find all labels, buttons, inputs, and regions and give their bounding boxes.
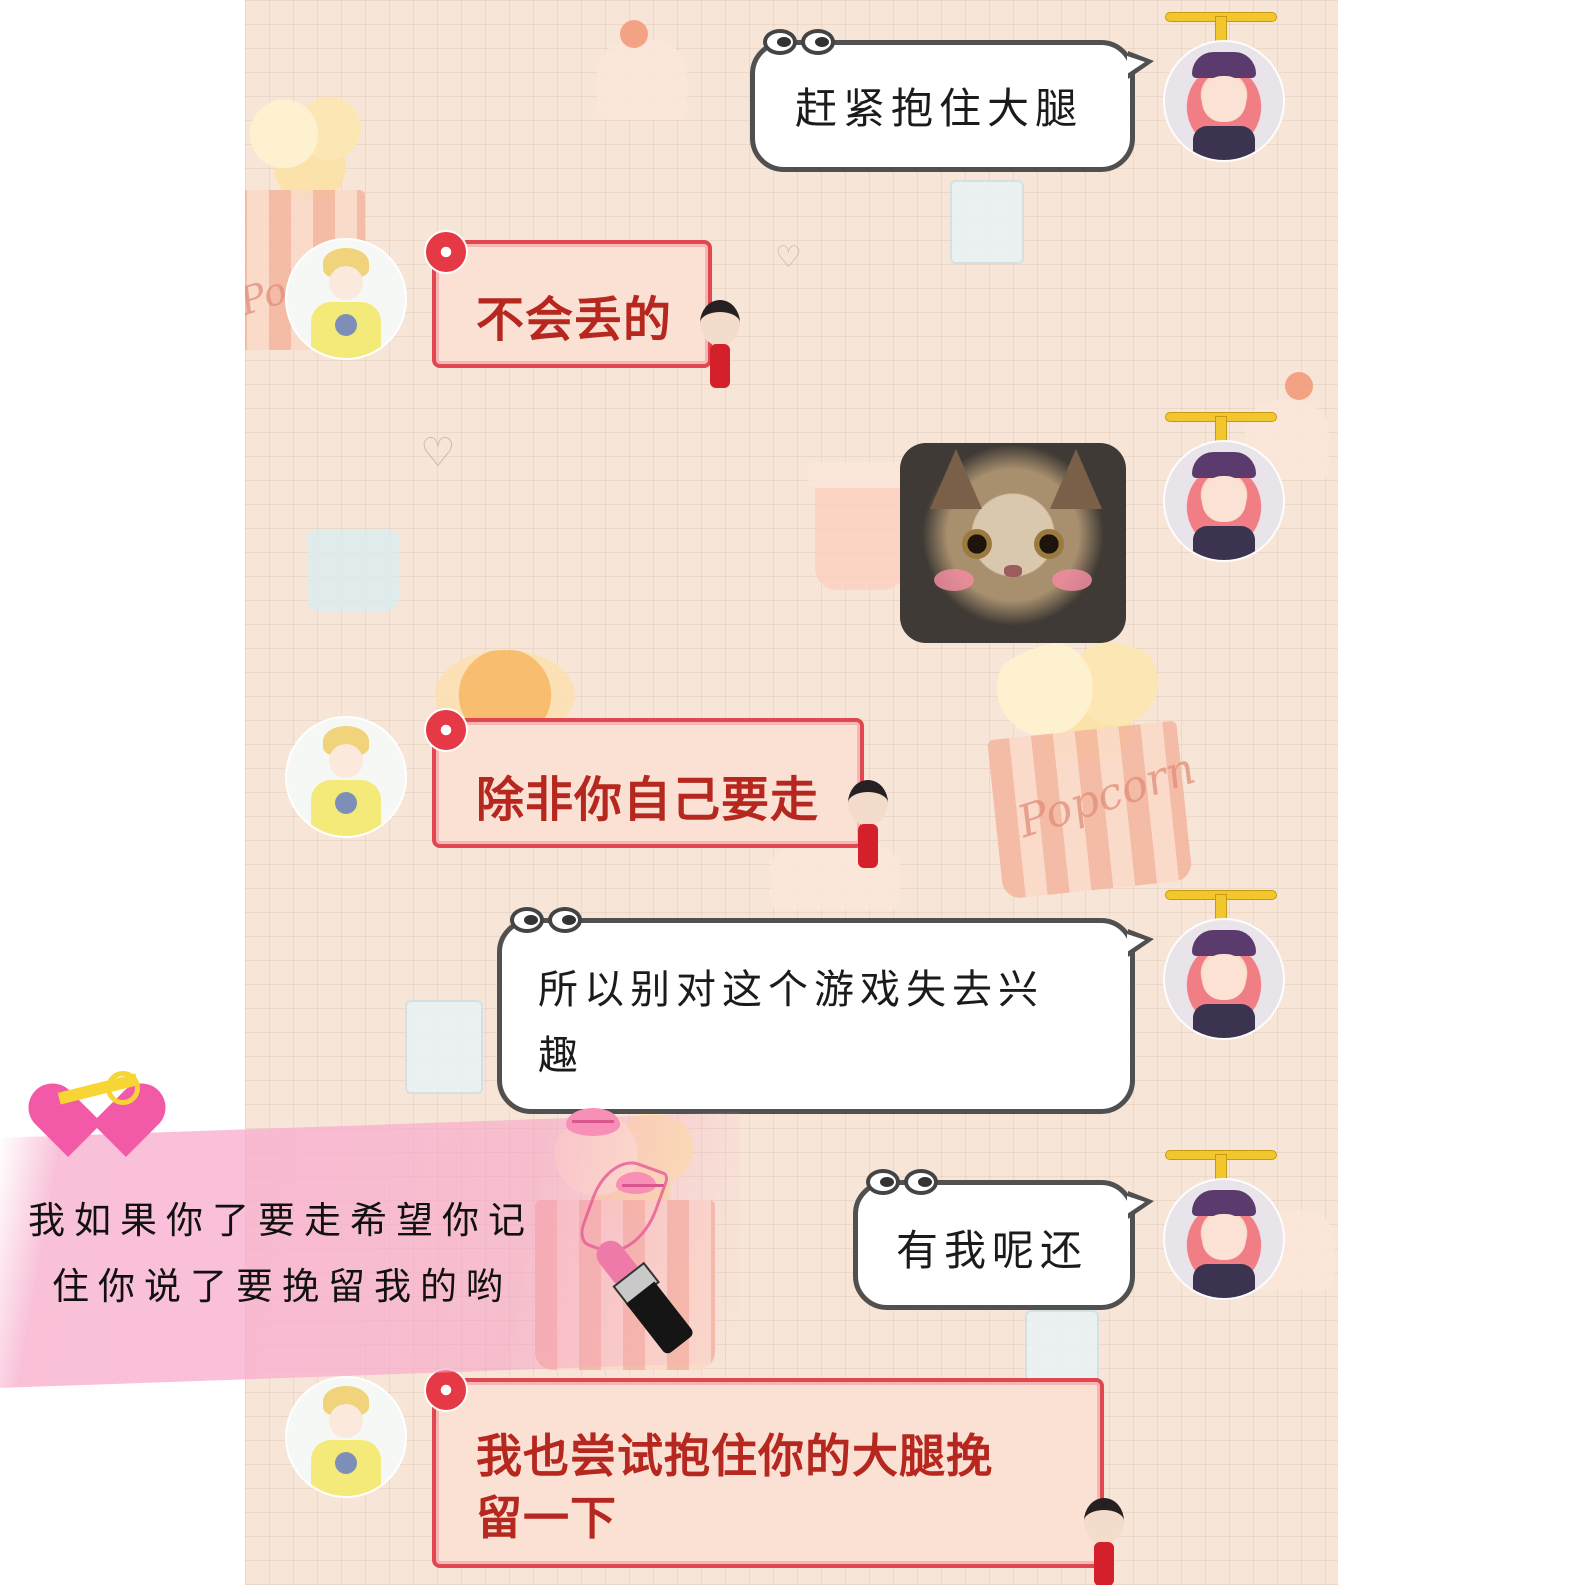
mug-doodle-1 bbox=[307, 530, 399, 612]
berry-doodle-1 bbox=[620, 20, 648, 48]
milk-carton-doodle-1 bbox=[950, 180, 1024, 264]
milk-carton-doodle-2 bbox=[405, 1000, 483, 1094]
message-bubble-5[interactable]: 所以别对这个游戏失去兴 趣 bbox=[497, 907, 1154, 1114]
my-avatar-2[interactable] bbox=[1163, 440, 1285, 562]
overlay-caption-line1: 我如果你了要走希望你记 bbox=[28, 1199, 534, 1242]
message-text-1: 赶紧抱住大腿 bbox=[795, 84, 1084, 133]
milk-carton-doodle-3 bbox=[1025, 1310, 1099, 1384]
propeller-hat-icon-3 bbox=[1165, 880, 1277, 922]
coffee-cup-doodle-1 bbox=[815, 480, 905, 590]
friend-avatar-3[interactable] bbox=[285, 1376, 407, 1498]
message-bubble-7[interactable]: 我也尝试抱住你的大腿挽 留一下 bbox=[424, 1368, 1124, 1585]
message-text-4: 除非你自己要走 bbox=[476, 772, 820, 828]
cupcake-doodle-1 bbox=[597, 40, 687, 120]
my-avatar-3[interactable] bbox=[1163, 918, 1285, 1040]
propeller-hat-icon-2 bbox=[1165, 402, 1277, 444]
gift-heart-icon bbox=[18, 1045, 176, 1157]
googly-eyes-icon bbox=[506, 907, 590, 939]
propeller-hat-icon-1 bbox=[1165, 2, 1277, 44]
message-bubble-4[interactable]: 除非你自己要走 bbox=[424, 708, 888, 868]
cat-sticker-image[interactable] bbox=[900, 443, 1126, 643]
flower-badge-icon bbox=[424, 1368, 468, 1412]
my-avatar-1[interactable] bbox=[1163, 40, 1285, 162]
friend-avatar-1[interactable] bbox=[285, 238, 407, 360]
message-text-7-line1: 我也尝试抱住你的大腿挽 bbox=[476, 1429, 993, 1483]
message-bubble-1[interactable]: 赶紧抱住大腿 bbox=[750, 29, 1154, 172]
girl-sticker-icon bbox=[846, 780, 890, 872]
coffee-lid-doodle-1 bbox=[807, 462, 913, 488]
lips-icon bbox=[566, 1108, 620, 1136]
girl-sticker-icon bbox=[1082, 1498, 1126, 1585]
message-bubble-2[interactable]: 不会丢的 bbox=[424, 230, 740, 388]
message-text-2: 不会丢的 bbox=[476, 292, 673, 348]
girl-sticker-icon bbox=[698, 300, 742, 392]
message-text-5-line2: 趣 bbox=[538, 1033, 584, 1079]
message-text-6: 有我呢还 bbox=[896, 1226, 1089, 1275]
flower-badge-icon bbox=[424, 230, 468, 274]
heart-doodle-icon-2: ♡ bbox=[775, 240, 802, 275]
googly-eyes-icon bbox=[759, 29, 843, 61]
message-text-5-line1: 所以别对这个游戏失去兴 bbox=[538, 967, 1044, 1013]
friend-avatar-2[interactable] bbox=[285, 716, 407, 838]
overlay-caption-line2: 住你说了要挽留我的哟 bbox=[52, 1265, 512, 1308]
popcorn-doodle-1 bbox=[245, 90, 375, 200]
my-avatar-4[interactable] bbox=[1163, 1178, 1285, 1300]
flower-badge-icon bbox=[424, 708, 468, 752]
googly-eyes-icon bbox=[862, 1169, 946, 1201]
berry-doodle-2 bbox=[1285, 372, 1313, 400]
message-text-7-line2: 留一下 bbox=[476, 1491, 617, 1545]
propeller-hat-icon-4 bbox=[1165, 1140, 1277, 1182]
message-bubble-6[interactable]: 有我呢还 bbox=[853, 1169, 1154, 1310]
heart-doodle-icon-1: ♡ bbox=[420, 430, 456, 476]
